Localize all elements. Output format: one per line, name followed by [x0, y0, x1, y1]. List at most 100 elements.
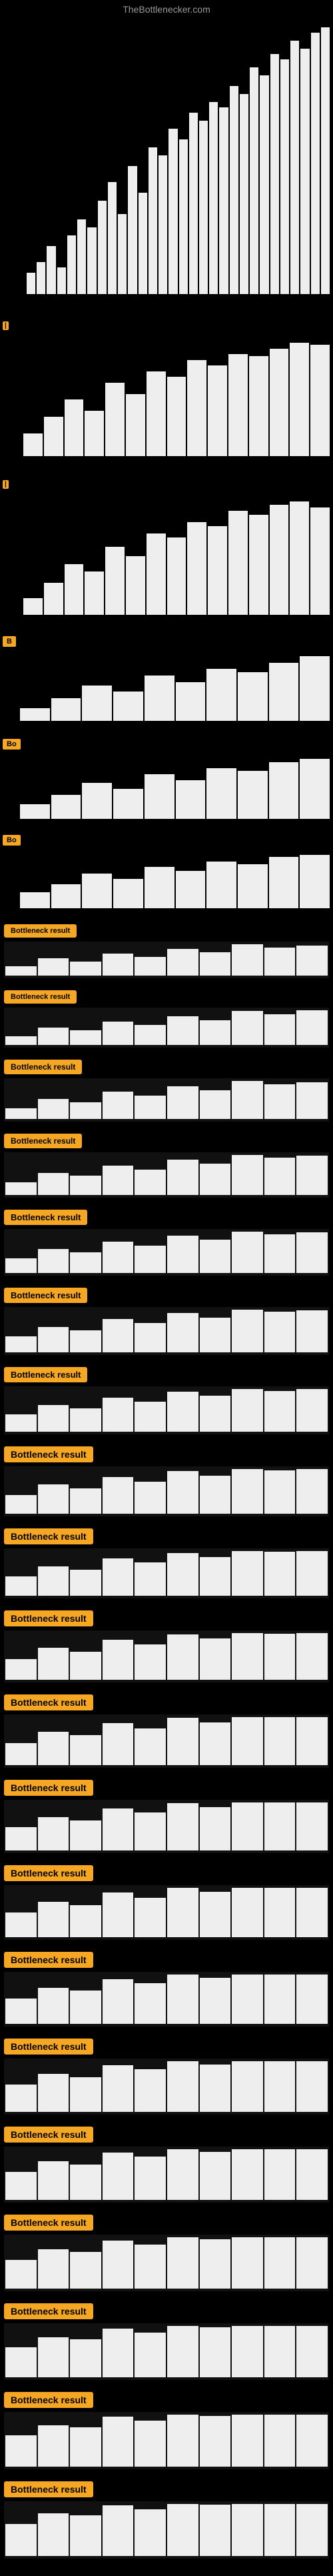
- bar: [65, 399, 84, 456]
- result-chart-17: [4, 2235, 329, 2291]
- result-chart-6: [4, 1307, 329, 1355]
- result-block-9: Bottleneck result: [0, 1520, 333, 1602]
- result-label-13: Bottleneck result: [4, 1865, 93, 1881]
- result-label-14: Bottleneck result: [4, 1952, 93, 1968]
- bar: [23, 598, 43, 615]
- bar: [310, 507, 330, 615]
- small-chart-3: [0, 850, 333, 916]
- bar: [321, 27, 330, 294]
- result-label-12: Bottleneck result: [4, 1780, 93, 1796]
- tiny-label-1: |: [3, 321, 9, 330]
- bar: [105, 383, 125, 457]
- bar: [290, 501, 309, 615]
- result-block-1: Bottleneck result: [0, 916, 333, 982]
- result-block-13: Bottleneck result: [0, 1857, 333, 1944]
- small-chart-2: [0, 754, 333, 827]
- bar: [187, 522, 206, 615]
- bar: [147, 533, 166, 615]
- result-label-15: Bottleneck result: [4, 2039, 93, 2055]
- result-block-10: Bottleneck result: [0, 1602, 333, 1686]
- label-bot: Bo: [3, 835, 21, 846]
- bar: [199, 121, 208, 294]
- result-label-18: Bottleneck result: [4, 2303, 93, 2319]
- main-chart-bars: [27, 27, 330, 294]
- result-chart-9: [4, 1548, 329, 1598]
- result-label-9: Bottleneck result: [4, 1528, 93, 1544]
- bar: [249, 515, 268, 615]
- result-block-15: Bottleneck result: [0, 2031, 333, 2119]
- result-block-6: Bottleneck result: [0, 1280, 333, 1359]
- result-block-2: Bottleneck result: [0, 982, 333, 1052]
- bar: [44, 583, 63, 615]
- bar: [23, 433, 43, 456]
- bar: [168, 129, 177, 294]
- main-chart-area: [0, 17, 333, 311]
- bar: [57, 267, 66, 294]
- result-chart-7: [4, 1386, 329, 1434]
- result-block-19: Bottleneck result: [0, 2384, 333, 2473]
- bar: [270, 54, 279, 294]
- bar: [280, 59, 289, 294]
- bar: [167, 537, 186, 615]
- result-chart-18: [4, 2323, 329, 2380]
- result-chart-5: [4, 1229, 329, 1276]
- result-label-6: Bottleneck result: [4, 1288, 87, 1303]
- result-block-8: Bottleneck result: [0, 1438, 333, 1520]
- label-section-bot: Bo: [0, 827, 333, 850]
- bar: [128, 166, 137, 294]
- result-label-17: Bottleneck result: [4, 2215, 93, 2231]
- result-block-4: Bottleneck result: [0, 1126, 333, 1202]
- result-chart-1: [4, 942, 329, 978]
- bar: [27, 273, 35, 294]
- result-label-4: Bottleneck result: [4, 1134, 82, 1148]
- bar: [149, 147, 157, 294]
- bar: [208, 526, 227, 615]
- result-block-11: Bottleneck result: [0, 1686, 333, 1772]
- bar: [85, 411, 104, 456]
- mid-chart-bars: [23, 343, 330, 456]
- label-section-bo: Bo: [0, 731, 333, 754]
- result-chart-8: [4, 1466, 329, 1516]
- bar: [67, 235, 76, 294]
- bar: [187, 360, 206, 457]
- result-label-16: Bottleneck result: [4, 2127, 93, 2143]
- result-chart-11: [4, 1714, 329, 1768]
- bar: [208, 365, 227, 456]
- bar: [250, 67, 258, 294]
- mid-chart-bars-2: [23, 501, 330, 615]
- result-label-3: Bottleneck result: [4, 1060, 82, 1074]
- result-label-5: Bottleneck result: [4, 1210, 87, 1225]
- bar: [108, 182, 117, 294]
- result-label-8: Bottleneck result: [4, 1446, 93, 1462]
- bar: [85, 571, 104, 615]
- result-block-20: Bottleneck result: [0, 2473, 333, 2563]
- result-chart-20: [4, 2501, 329, 2559]
- site-title-bar: TheBottlenecker.com: [0, 0, 333, 17]
- bar: [159, 155, 167, 294]
- bar: [290, 41, 299, 294]
- result-label-10: Bottleneck result: [4, 1610, 93, 1626]
- bar: [189, 113, 198, 294]
- bar: [118, 214, 127, 294]
- bar: [270, 349, 289, 457]
- small-chart-1: [0, 651, 333, 731]
- result-chart-15: [4, 2059, 329, 2115]
- result-label-11: Bottleneck result: [4, 1694, 93, 1710]
- bar: [44, 417, 63, 457]
- bar: [126, 556, 145, 615]
- mid-chart-1: [0, 336, 333, 469]
- result-block-17: Bottleneck result: [0, 2207, 333, 2295]
- bar: [179, 139, 188, 294]
- result-chart-12: [4, 1800, 329, 1853]
- result-chart-2: [4, 1008, 329, 1048]
- label-b: B: [3, 636, 16, 647]
- bar: [249, 356, 268, 456]
- bar: [290, 343, 309, 456]
- result-chart-10: [4, 1630, 329, 1682]
- result-block-18: Bottleneck result: [0, 2295, 333, 2384]
- result-chart-19: [4, 2412, 329, 2469]
- bar: [65, 564, 84, 615]
- result-block-3: Bottleneck result: [0, 1052, 333, 1126]
- bar: [209, 102, 218, 294]
- bar: [270, 505, 289, 615]
